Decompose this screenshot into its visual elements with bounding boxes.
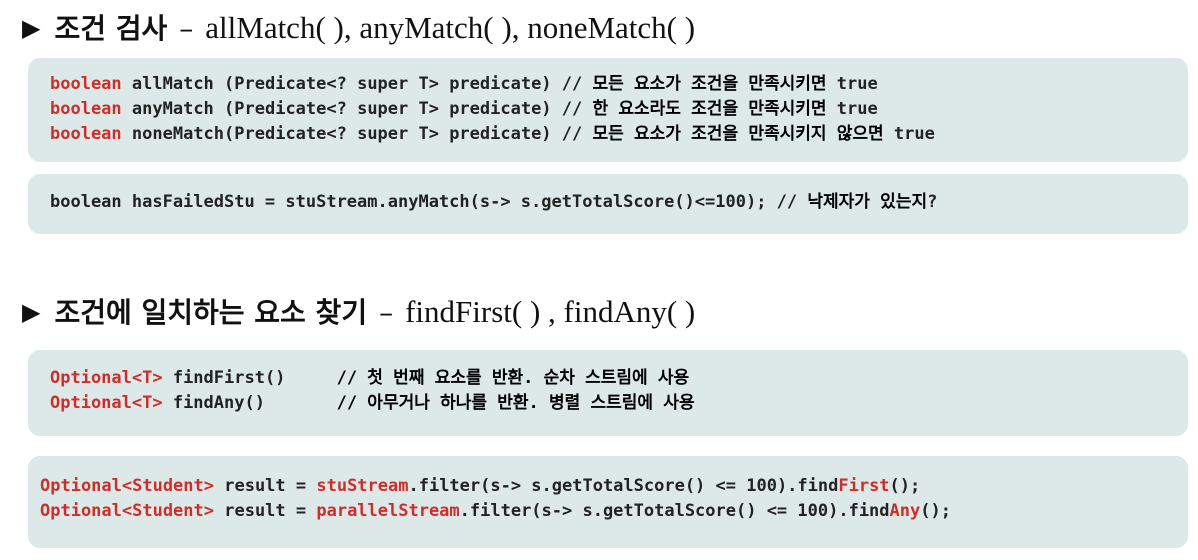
example-line: Optional<Student> result = stuStream.fil… [40,476,921,496]
anymatch-example-box: boolean hasFailedStu = stuStream.anyMatc… [28,174,1188,234]
heading-methods: allMatch( ), anyMatch( ), noneMatch( ) [205,10,696,45]
bullet-triangle-icon: ▶ [22,13,41,42]
section-heading-match: ▶ 조건 검사 – allMatch( ), anyMatch( ), noneMat… [22,8,695,49]
heading-title: 조건에 일치하는 요소 찾기 [54,296,368,329]
find-signatures-box: Optional<T> findFirst() // 첫 번째 요소를 반환. … [28,350,1188,436]
heading-methods: findFirst( ) , findAny( ) [405,294,696,329]
heading-dash: – [379,296,394,329]
example-line: Optional<Student> result = parallelStrea… [40,501,951,521]
signature-line: Optional<T> findAny() // 아무거나 하나를 반환. 병렬… [50,393,695,413]
signature-line: boolean allMatch (Predicate<? super T> p… [50,74,878,94]
heading-dash: – [179,12,194,45]
bullet-triangle-icon: ▶ [22,297,41,326]
match-signatures-box: boolean allMatch (Predicate<? super T> p… [28,58,1188,162]
example-line: boolean hasFailedStu = stuStream.anyMatc… [50,192,938,212]
heading-title: 조건 검사 [54,12,168,45]
find-examples-box: Optional<Student> result = stuStream.fil… [28,456,1188,548]
signature-line: Optional<T> findFirst() // 첫 번째 요소를 반환. … [50,368,690,388]
signature-line: boolean noneMatch(Predicate<? super T> p… [50,124,935,144]
signature-line: boolean anyMatch (Predicate<? super T> p… [50,99,878,119]
section-heading-find: ▶ 조건에 일치하는 요소 찾기 – findFirst( ) , findAny( … [22,292,695,333]
